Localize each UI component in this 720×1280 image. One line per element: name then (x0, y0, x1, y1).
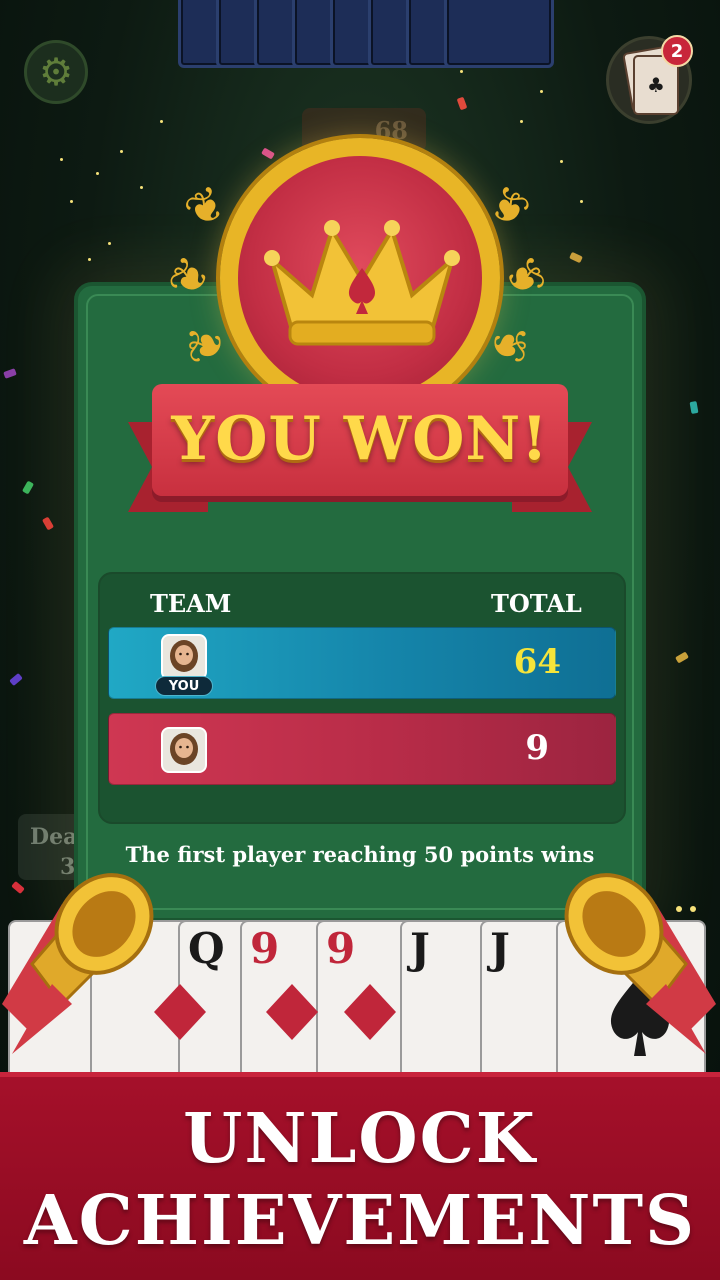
settings-button[interactable]: ⚙ (24, 40, 88, 104)
team-row-you: YOU 64 (108, 627, 616, 699)
trumpet-icon (2, 873, 154, 1054)
you-tag: YOU (155, 676, 213, 696)
trumpet-icon (564, 873, 716, 1054)
avatar (161, 727, 207, 773)
card-history-button[interactable]: ♣ 2 (606, 35, 693, 124)
team-row-opponent: 9 (108, 713, 616, 785)
diamond-icon (266, 984, 318, 1040)
banner-line-1: UNLOCK (183, 1099, 537, 1179)
column-header-team: TEAM (150, 589, 232, 618)
result-headline: YOU WON! (171, 404, 549, 474)
promo-banner: UNLOCK ACHIEVEMENTS (0, 1072, 720, 1280)
crown-icon (264, 220, 460, 346)
diamond-icon (344, 984, 396, 1040)
notification-badge: 2 (661, 35, 693, 67)
gear-icon: ⚙ (38, 50, 74, 94)
team-total: 9 (525, 728, 549, 768)
avatar (161, 634, 207, 680)
column-header-total: TOTAL (491, 589, 582, 618)
team-total: 64 (513, 642, 561, 682)
opponent-hand (178, 0, 556, 70)
face-down-card (444, 0, 554, 68)
banner-line-2: ACHIEVEMENTS (23, 1181, 697, 1261)
